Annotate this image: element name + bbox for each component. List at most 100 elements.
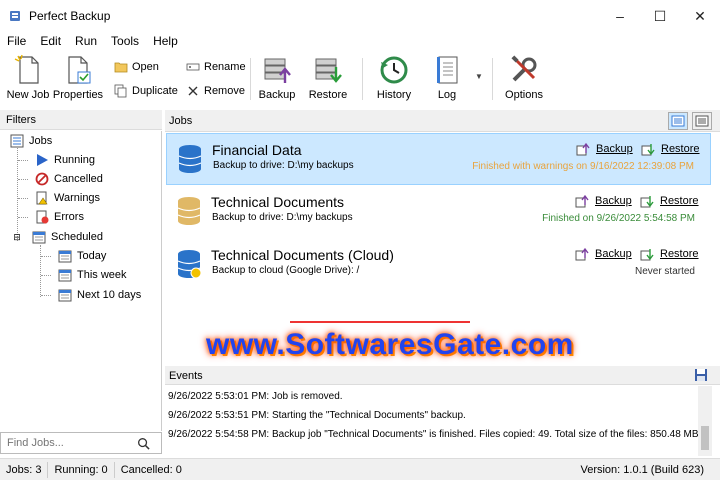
event-item: 9/26/2022 5:53:51 PM: Starting the "Tech… bbox=[168, 410, 466, 421]
filter-today[interactable]: Today bbox=[58, 247, 106, 265]
cloud-database-icon bbox=[177, 250, 202, 279]
backup-server-icon bbox=[264, 58, 291, 83]
job-backup-link[interactable]: Backup bbox=[575, 194, 632, 208]
open-label: Open bbox=[132, 61, 159, 73]
event-item: 9/26/2022 5:54:58 PM: Backup job "Techni… bbox=[168, 429, 699, 440]
database-icon bbox=[178, 145, 202, 173]
view-details-button[interactable] bbox=[692, 112, 712, 130]
filter-this-week[interactable]: This week bbox=[58, 266, 127, 284]
job-restore-link[interactable]: Restore bbox=[641, 142, 700, 156]
search-icon[interactable] bbox=[137, 437, 150, 450]
find-jobs-input[interactable] bbox=[7, 437, 137, 449]
database-icon bbox=[177, 197, 201, 225]
view-tiles-button[interactable] bbox=[668, 112, 688, 130]
error-icon bbox=[35, 210, 49, 224]
filter-running[interactable]: Running bbox=[35, 151, 95, 169]
duplicate-label: Duplicate bbox=[132, 85, 178, 97]
backup-icon bbox=[575, 247, 589, 261]
details-view-icon bbox=[695, 115, 709, 127]
menu-help[interactable]: Help bbox=[146, 34, 185, 48]
events-scroll-thumb[interactable] bbox=[701, 426, 709, 450]
job-destination: Backup to drive: D:\my backups bbox=[212, 212, 353, 223]
history-button[interactable]: History bbox=[366, 54, 422, 104]
new-job-button[interactable]: New Job bbox=[0, 54, 56, 104]
job-backup-link[interactable]: Backup bbox=[575, 247, 632, 261]
folder-icon bbox=[114, 62, 128, 73]
job-name: Technical Documents bbox=[211, 194, 345, 210]
filter-scheduled[interactable]: ⊟ Scheduled bbox=[12, 228, 103, 246]
job-status: Finished on 9/26/2022 5:54:58 PM bbox=[542, 213, 695, 224]
duplicate-button[interactable]: Duplicate bbox=[114, 82, 178, 100]
maximize-button[interactable]: ☐ bbox=[640, 0, 680, 32]
history-clock-icon bbox=[380, 56, 408, 84]
job-item[interactable]: Technical Documents Backup to drive: D:\… bbox=[166, 186, 711, 238]
job-item[interactable]: Technical Documents (Cloud) Backup to cl… bbox=[166, 239, 711, 291]
toolbar: New Job Properties Open Duplicate Rename bbox=[0, 52, 720, 106]
rename-icon bbox=[186, 63, 200, 71]
job-destination: Backup to cloud (Google Drive): / bbox=[212, 265, 360, 276]
remove-button[interactable]: Remove bbox=[186, 82, 245, 100]
status-version: Version: 1.0.1 (Build 623) bbox=[580, 463, 704, 476]
filter-errors[interactable]: Errors bbox=[35, 208, 84, 226]
log-button[interactable]: Log bbox=[419, 54, 475, 104]
backup-button[interactable]: Backup bbox=[249, 54, 305, 104]
remove-label: Remove bbox=[204, 85, 245, 97]
calendar-icon bbox=[58, 288, 72, 302]
backup-icon bbox=[576, 142, 590, 156]
properties-label: Properties bbox=[52, 89, 104, 101]
calendar-icon bbox=[58, 268, 72, 282]
app-icon bbox=[10, 11, 20, 21]
filter-tree: Jobs Running Cancelled Warnings Errors ⊟… bbox=[0, 131, 162, 431]
log-label: Log bbox=[437, 89, 457, 101]
filter-cancelled[interactable]: Cancelled bbox=[35, 170, 103, 188]
filter-jobs[interactable]: Jobs bbox=[10, 132, 52, 150]
menu-tools[interactable]: Tools bbox=[104, 34, 146, 48]
job-destination: Backup to drive: D:\my backups bbox=[213, 160, 354, 171]
events-header: Events bbox=[165, 366, 720, 385]
watermark-line bbox=[290, 321, 470, 323]
menu-edit[interactable]: Edit bbox=[33, 34, 68, 48]
backup-icon bbox=[575, 194, 589, 208]
job-restore-link[interactable]: Restore bbox=[640, 247, 699, 261]
event-item: 9/26/2022 5:53:01 PM: Job is removed. bbox=[168, 391, 343, 402]
job-item[interactable]: Financial Data Backup to drive: D:\my ba… bbox=[166, 133, 711, 185]
options-button[interactable]: Options bbox=[496, 54, 552, 104]
history-label: History bbox=[376, 89, 412, 101]
job-restore-link[interactable]: Restore bbox=[640, 194, 699, 208]
job-status: Never started bbox=[634, 266, 695, 277]
log-dropdown-arrow-icon[interactable]: ▼ bbox=[475, 72, 483, 81]
minimize-button[interactable]: – bbox=[600, 0, 640, 32]
restore-icon bbox=[640, 249, 654, 261]
restore-server-icon bbox=[315, 58, 342, 83]
menu-file[interactable]: File bbox=[0, 34, 33, 48]
filter-next-10-days[interactable]: Next 10 days bbox=[58, 286, 141, 304]
save-icon[interactable] bbox=[694, 368, 708, 382]
open-button[interactable]: Open bbox=[114, 58, 159, 76]
menu-run[interactable]: Run bbox=[68, 34, 104, 48]
remove-icon bbox=[188, 86, 198, 96]
job-name: Financial Data bbox=[212, 142, 302, 158]
status-bar: Jobs: 3 Running: 0 Cancelled: 0 Version:… bbox=[0, 458, 720, 480]
properties-button[interactable]: Properties bbox=[50, 54, 106, 104]
new-document-icon bbox=[14, 54, 39, 84]
options-tools-icon bbox=[511, 55, 537, 82]
job-backup-link[interactable]: Backup bbox=[576, 142, 633, 156]
close-button[interactable]: ✕ bbox=[680, 0, 720, 32]
toolbar-separator bbox=[362, 58, 363, 100]
rename-button[interactable]: Rename bbox=[186, 58, 246, 76]
restore-button[interactable]: Restore bbox=[300, 54, 356, 104]
window-title: Perfect Backup bbox=[29, 9, 111, 23]
calendar-icon bbox=[32, 230, 46, 244]
calendar-icon bbox=[58, 249, 72, 263]
filters-header: Filters bbox=[0, 110, 162, 130]
restore-label: Restore bbox=[308, 89, 348, 101]
filter-warnings[interactable]: Warnings bbox=[35, 189, 100, 207]
play-icon bbox=[35, 153, 49, 167]
title-bar: Perfect Backup – ☐ ✕ bbox=[0, 0, 720, 32]
status-running-count: Running: 0 bbox=[48, 461, 115, 478]
new-job-label: New Job bbox=[6, 89, 50, 101]
cancel-icon bbox=[35, 172, 49, 186]
job-status: Finished with warnings on 9/16/2022 12:3… bbox=[472, 161, 694, 172]
status-jobs-count: Jobs: 3 bbox=[0, 461, 49, 478]
collapse-icon[interactable]: ⊟ bbox=[12, 230, 22, 244]
